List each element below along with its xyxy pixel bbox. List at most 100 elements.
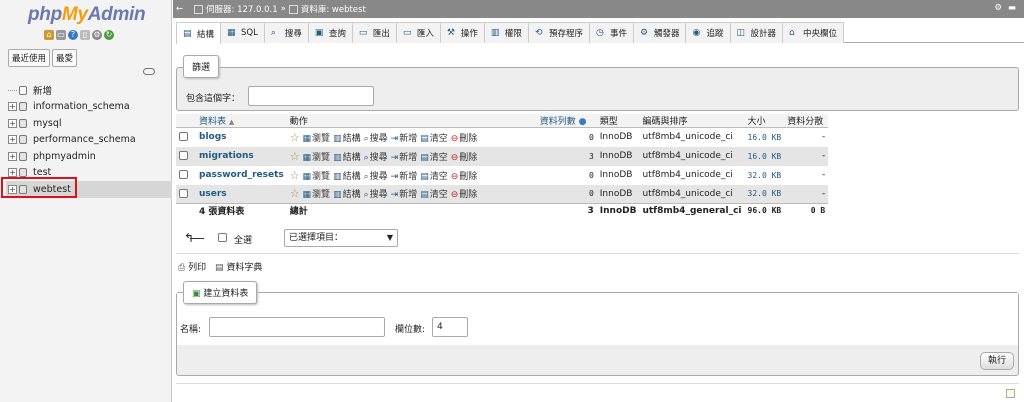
data-dictionary-link[interactable]: ▤ 資料字典: [215, 260, 262, 273]
expand-icon[interactable]: +: [8, 151, 17, 161]
insert-action[interactable]: ⇥新增: [391, 134, 418, 144]
tab-tracking[interactable]: ◉ 追蹤: [685, 22, 731, 43]
expand-icon[interactable]: +: [8, 102, 17, 112]
table-name[interactable]: password_resets: [196, 165, 287, 185]
star-icon[interactable]: ☆: [290, 131, 300, 144]
expand-icon[interactable]: +: [8, 118, 17, 128]
tab-designer[interactable]: ◫ 設計器: [729, 22, 784, 43]
check-all-checkbox[interactable]: [218, 233, 227, 242]
drop-action[interactable]: ⊖刪除: [451, 172, 478, 182]
type-column-header[interactable]: 類型: [596, 114, 640, 128]
structure-action[interactable]: ▥結構: [333, 153, 361, 163]
link-icon[interactable]: [143, 68, 155, 75]
filter-input[interactable]: [248, 86, 374, 106]
search-action[interactable]: ⌕搜尋: [364, 134, 388, 144]
insert-action[interactable]: ⇥新增: [391, 172, 418, 182]
row-checkbox[interactable]: [179, 170, 188, 179]
check-all-label[interactable]: 全選: [234, 233, 252, 246]
structure-action[interactable]: ▥結構: [333, 172, 361, 182]
browse-action[interactable]: ▦瀏覽: [303, 172, 331, 182]
database-name[interactable]: phpmyadmin: [33, 151, 96, 162]
docs-icon[interactable]: ▯: [80, 30, 90, 40]
collation-column-header[interactable]: 編碼與排序: [639, 114, 745, 128]
insert-action[interactable]: ⇥新增: [391, 153, 418, 163]
tab-structure[interactable]: ▤ 結構: [176, 22, 222, 44]
console-icon[interactable]: [1006, 389, 1015, 398]
overhead-column-header[interactable]: 資料分散: [784, 114, 829, 128]
table-size[interactable]: 16.0 KB: [744, 127, 785, 147]
drop-action[interactable]: ⊖刪除: [451, 190, 478, 200]
recent-tab[interactable]: 最近使用: [8, 49, 51, 67]
tab-privileges[interactable]: ▥ 權限: [483, 22, 529, 43]
tab-query[interactable]: ▣ 查詢: [307, 22, 353, 43]
help-icon[interactable]: ?: [68, 30, 78, 40]
database-item[interactable]: + mysql: [6, 115, 172, 132]
collapse-icon[interactable]: ▬: [1008, 3, 1016, 13]
tab-export[interactable]: ▭ 匯出: [351, 22, 397, 43]
database-name[interactable]: mysql: [33, 118, 62, 129]
database-name[interactable]: information_schema: [33, 101, 130, 112]
database-name[interactable]: performance_schema: [33, 134, 136, 145]
with-selected-select[interactable]: 已選擇項目： ▼: [284, 229, 398, 247]
tab-search[interactable]: ⌕ 搜尋: [263, 22, 309, 43]
tab-import[interactable]: ▭ 匯入: [395, 22, 441, 43]
empty-action[interactable]: ▤清空: [420, 153, 448, 163]
database-item[interactable]: + information_schema: [6, 99, 172, 116]
reload-icon[interactable]: ↻: [104, 30, 114, 40]
database-item[interactable]: + performance_schema: [6, 132, 172, 149]
table-name-input[interactable]: [209, 317, 385, 337]
table-row[interactable]: migrations ☆ ▦瀏覽 ▥結構 ⌕搜尋 ⇥新增 ▤清空 ⊖刪除 3 InnoDB utf…: [176, 146, 829, 166]
phpmyadmin-logo[interactable]: phpMyAdmin: [28, 4, 146, 26]
arrow-left-icon[interactable]: ←: [176, 4, 184, 14]
table-size[interactable]: 16.0 KB: [744, 146, 785, 166]
name-column-header[interactable]: 資料表 ▲: [196, 114, 287, 128]
empty-action[interactable]: ▤清空: [420, 172, 448, 182]
columns-input[interactable]: 4: [432, 317, 468, 337]
insert-action[interactable]: ⇥新增: [391, 190, 418, 200]
logout-icon[interactable]: ▭: [56, 30, 66, 40]
database-name[interactable]: 新增: [33, 83, 52, 97]
search-action[interactable]: ⌕搜尋: [364, 172, 388, 182]
gear-icon[interactable]: ⚙: [994, 3, 1002, 13]
table-name[interactable]: blogs: [196, 127, 287, 147]
row-checkbox[interactable]: [179, 151, 188, 160]
tab-operations[interactable]: ⚒ 操作: [439, 22, 485, 43]
expand-icon[interactable]: +: [8, 168, 17, 178]
table-row[interactable]: blogs ☆ ▦瀏覽 ▥結構 ⌕搜尋 ⇥新增 ▤清空 ⊖刪除 0 InnoDB utf8mb4_…: [176, 127, 829, 147]
tab-central-columns[interactable]: ⌂ 中央欄位: [782, 22, 845, 43]
breadcrumb-database[interactable]: 資料庫: webtest: [288, 3, 366, 15]
go-button[interactable]: 執行: [980, 352, 1014, 370]
size-column-header[interactable]: 大小: [744, 114, 785, 128]
table-row[interactable]: users ☆ ▦瀏覽 ▥結構 ⌕搜尋 ⇥新增 ▤清空 ⊖刪除 0 InnoDB utf8mb4_…: [176, 184, 829, 204]
table-row[interactable]: password_resets ☆ ▦瀏覽 ▥結構 ⌕搜尋 ⇥新增 ▤清空 ⊖刪除 0 Inno…: [176, 165, 829, 185]
star-icon[interactable]: ☆: [290, 187, 300, 200]
favorites-tab[interactable]: 最愛: [52, 49, 78, 67]
star-icon[interactable]: ☆: [290, 169, 300, 182]
browse-action[interactable]: ▦瀏覽: [303, 153, 331, 163]
structure-action[interactable]: ▥結構: [333, 134, 361, 144]
drop-action[interactable]: ⊖刪除: [451, 134, 478, 144]
row-checkbox[interactable]: [179, 188, 188, 198]
breadcrumb-server[interactable]: 伺服器: 127.0.0.1: [194, 3, 278, 15]
star-icon[interactable]: ☆: [290, 150, 300, 163]
table-name[interactable]: migrations: [196, 146, 287, 166]
settings-icon[interactable]: ⚙: [92, 30, 102, 40]
empty-action[interactable]: ▤清空: [420, 134, 448, 144]
database-item[interactable]: + phpmyadmin: [6, 148, 172, 165]
print-link[interactable]: ⎙ 列印: [178, 260, 206, 273]
empty-action[interactable]: ▤清空: [420, 190, 448, 200]
database-item[interactable]: 新增: [6, 82, 172, 99]
table-size[interactable]: 32.0 KB: [744, 165, 785, 185]
table-size[interactable]: 32.0 KB: [744, 184, 785, 204]
structure-action[interactable]: ▥結構: [333, 190, 361, 200]
rows-column-header[interactable]: 資料列數 ●: [536, 114, 597, 128]
search-action[interactable]: ⌕搜尋: [364, 190, 388, 200]
browse-action[interactable]: ▦瀏覽: [303, 190, 331, 200]
browse-action[interactable]: ▦瀏覽: [303, 134, 331, 144]
tab-sql[interactable]: ▦ SQL: [220, 22, 265, 43]
table-name[interactable]: users: [196, 184, 287, 204]
home-icon[interactable]: ⌂: [44, 30, 54, 40]
drop-action[interactable]: ⊖刪除: [451, 153, 478, 163]
tab-events[interactable]: ◷ 事件: [588, 22, 634, 43]
tab-routines[interactable]: ⟲ 預存程序: [527, 22, 590, 43]
